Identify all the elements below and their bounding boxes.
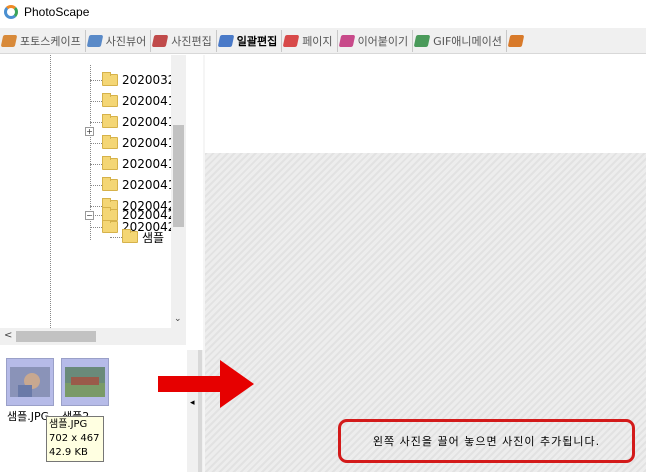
editor-tab-icon	[151, 34, 169, 47]
tree-item[interactable]: 2020041	[90, 154, 175, 174]
photo-thumbnail-image	[65, 367, 105, 397]
tree-vertical-scrollbar[interactable]: ⌄	[171, 55, 186, 328]
batch-preview-area	[205, 55, 646, 153]
window-title: PhotoScape	[24, 5, 90, 19]
folder-label: 2020041	[122, 136, 176, 150]
photoscape-logo-icon	[4, 5, 18, 19]
folder-icon	[122, 229, 138, 243]
tree-horizontal-scrollbar[interactable]: <	[0, 328, 186, 345]
tree-item[interactable]: 2020041	[90, 112, 175, 132]
folder-label: 2020042	[122, 208, 176, 222]
tooltip-dimensions: 702 x 467	[49, 433, 100, 444]
drop-message: 왼쪽 사진을 끌어 놓으면 사진이 추가됩니다.	[372, 435, 601, 448]
tree-item[interactable]: 2020041	[90, 91, 175, 111]
tab-combine[interactable]: 이어붙이기	[338, 29, 414, 52]
folder-label: 샘플	[142, 230, 165, 245]
folder-icon	[102, 114, 118, 128]
tab-label: 이어붙이기	[357, 34, 409, 48]
folder-tree: 2020032 2020041 2020041 + 2020041 202004…	[0, 55, 186, 328]
photo-drop-area[interactable]: 왼쪽 사진을 끌어 놓으면 사진이 추가됩니다.	[205, 153, 646, 472]
tab-label: 페이지	[302, 34, 333, 48]
scrollbar-thumb[interactable]	[16, 331, 96, 342]
scroll-left-icon[interactable]: <	[4, 330, 12, 341]
folder-label: 2020041	[122, 178, 176, 192]
thumbnail-tooltip: 샘플.JPG 702 x 467 42.9 KB	[46, 416, 104, 462]
tab-more[interactable]	[507, 30, 531, 52]
tab-photo-viewer[interactable]: 사진뷰어	[86, 29, 152, 52]
folder-icon	[102, 93, 118, 107]
tooltip-filesize: 42.9 KB	[49, 447, 88, 458]
tab-photoscape[interactable]: 포토스케이프	[0, 29, 86, 52]
tree-item-child[interactable]: 샘플	[110, 227, 164, 247]
tab-photo-editor[interactable]: 사진편집	[151, 29, 217, 52]
folder-label: 2020041	[122, 157, 176, 171]
tab-label: 사진뷰어	[105, 34, 147, 48]
folder-label: 2020041	[122, 94, 176, 108]
thumbnail[interactable]	[6, 358, 54, 406]
tree-item-expanded[interactable]: 2020042	[90, 205, 175, 225]
tab-label: 일괄편집	[236, 34, 278, 48]
batch-tab-icon	[217, 34, 234, 47]
scroll-down-icon[interactable]: ⌄	[174, 314, 182, 324]
tree-guide-line	[50, 55, 51, 328]
drop-message-highlight: 왼쪽 사진을 끌어 놓으면 사진이 추가됩니다.	[338, 419, 635, 463]
photo-thumbnail-image	[10, 367, 50, 397]
tab-label: 포토스케이프	[20, 34, 81, 48]
folder-icon	[102, 72, 118, 86]
more-tab-icon	[507, 34, 525, 47]
page-tab-icon	[282, 34, 300, 47]
gif-tab-icon	[413, 34, 431, 47]
tooltip-filename: 샘플.JPG	[49, 419, 88, 430]
folder-icon	[102, 156, 118, 170]
tab-label: GIF애니메이션	[433, 34, 502, 48]
scrollbar-thumb[interactable]	[173, 125, 184, 227]
tab-label: 사진편집	[171, 34, 212, 48]
tree-item[interactable]: 2020041	[90, 133, 175, 153]
folder-icon	[102, 177, 118, 191]
thumbnail[interactable]	[61, 358, 109, 406]
tab-page[interactable]: 페이지	[282, 29, 338, 52]
tree-item[interactable]: 2020032	[90, 70, 175, 90]
tab-gif-animation[interactable]: GIF애니메이션	[413, 29, 507, 52]
tab-bar: 포토스케이프 사진뷰어 사진편집 일괄편집 페이지 이어붙이기 GIF애니메이션	[0, 28, 646, 54]
folder-label: 2020041	[122, 115, 176, 129]
viewer-tab-icon	[86, 34, 104, 47]
drag-direction-arrow-icon	[158, 360, 254, 408]
title-bar: PhotoScape	[0, 0, 646, 24]
photoscape-tab-icon	[0, 34, 18, 47]
tree-item[interactable]: 2020041	[90, 175, 175, 195]
folder-label: 2020032	[122, 73, 176, 87]
folder-icon	[102, 135, 118, 149]
folder-icon	[102, 207, 118, 221]
tab-batch-editor[interactable]: 일괄편집	[217, 29, 283, 52]
thumbnail-label: 샘플.JPG	[7, 410, 50, 423]
photoscape-window: PhotoScape 포토스케이프 사진뷰어 사진편집 일괄편집 페이지 이어붙…	[0, 0, 646, 472]
combine-tab-icon	[338, 34, 355, 47]
